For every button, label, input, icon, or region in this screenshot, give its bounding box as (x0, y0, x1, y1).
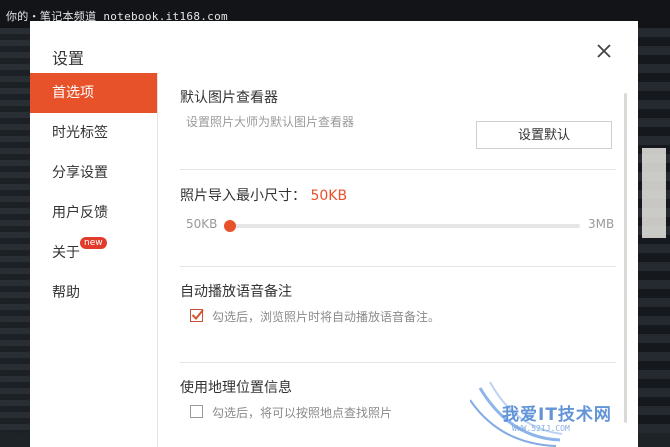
sidebar-item-label: 关于 (52, 245, 80, 261)
sidebar-item-preferences[interactable]: 首选项 (30, 73, 157, 113)
background-window-right (638, 28, 670, 447)
set-default-button[interactable]: 设置默认 (476, 121, 612, 149)
watermark-subtext: WWW.52IJ.COM (512, 424, 570, 433)
sidebar-item-time-tags[interactable]: 时光标签 (30, 113, 157, 153)
settings-sidebar: 首选项 时光标签 分享设置 用户反馈 关于 new 帮助 (30, 73, 158, 447)
geo-info-checkbox-label: 勾选后，将可以按照地点查找照片 (212, 406, 393, 420)
watermark-text: 我爱IT技术网 (502, 405, 612, 425)
voice-memo-checkbox-label: 勾选后，浏览照片时将自动播放语音备注。 (212, 310, 441, 324)
import-size-heading: 照片导入最小尺寸： 50KB (180, 185, 347, 205)
sidebar-item-label: 时光标签 (52, 125, 108, 141)
new-badge: new (80, 237, 107, 249)
dialog-title: 设置 (52, 49, 85, 68)
default-viewer-title: 默认图片查看器 (180, 90, 278, 106)
settings-dialog: 设置 首选项 时光标签 分享设置 用户反馈 关于 new 帮助 默认图片查看器 … (30, 21, 638, 447)
slider-min-label: 50KB (186, 217, 218, 231)
import-size-label: 照片导入最小尺寸： (180, 188, 306, 204)
divider (180, 266, 616, 267)
close-button[interactable] (592, 39, 616, 63)
sidebar-item-label: 分享设置 (52, 165, 108, 181)
default-viewer-description: 设置照片大师为默认图片查看器 (186, 115, 355, 129)
checkmark-icon (191, 309, 204, 320)
slider-max-label: 3MB (588, 217, 615, 231)
slider-handle[interactable] (224, 220, 236, 232)
sidebar-item-label: 帮助 (52, 285, 80, 301)
content-scrollbar[interactable] (624, 93, 627, 423)
sidebar-item-help[interactable]: 帮助 (30, 273, 157, 313)
geo-info-title: 使用地理位置信息 (180, 380, 292, 396)
close-icon (597, 44, 611, 58)
settings-content: 默认图片查看器 设置照片大师为默认图片查看器 设置默认 照片导入最小尺寸： 50… (158, 73, 638, 447)
sidebar-item-about[interactable]: 关于 new (30, 233, 157, 273)
background-window-left (0, 28, 30, 447)
geo-info-checkbox[interactable] (190, 405, 203, 418)
sidebar-item-label: 首选项 (52, 85, 94, 101)
divider (180, 362, 616, 363)
import-size-value: 50KB (310, 188, 348, 204)
import-size-slider[interactable] (224, 220, 580, 232)
voice-memo-title: 自动播放语音备注 (180, 284, 292, 300)
sidebar-item-feedback[interactable]: 用户反馈 (30, 193, 157, 233)
divider (180, 169, 616, 170)
dialog-header: 设置 (30, 21, 638, 73)
sidebar-item-share-settings[interactable]: 分享设置 (30, 153, 157, 193)
voice-memo-checkbox[interactable] (190, 309, 204, 322)
sidebar-item-label: 用户反馈 (52, 205, 108, 221)
